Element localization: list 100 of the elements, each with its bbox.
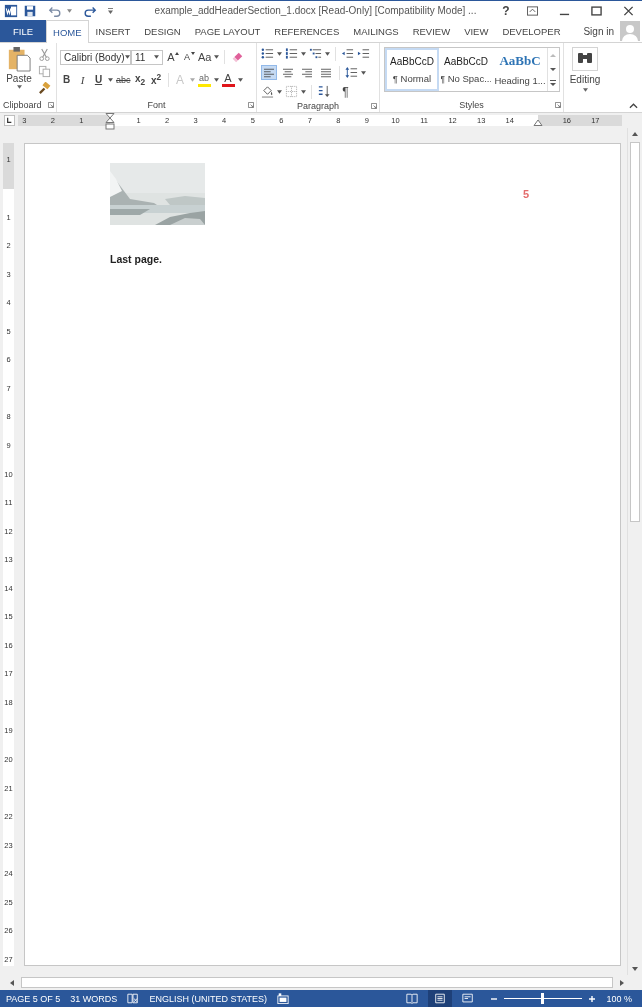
paste-button[interactable]: Paste [4,46,34,98]
dialog-launcher-icon[interactable] [48,102,54,108]
page-icon [434,993,447,1004]
highlight-button[interactable]: ab [197,73,211,87]
strikethrough-button[interactable]: abc [116,72,131,88]
language-status[interactable]: ENGLISH (UNITED STATES) [149,993,268,1004]
page-count[interactable]: PAGE 5 OF 5 [6,993,61,1004]
caret-icon[interactable] [301,51,306,56]
format-painter-icon[interactable] [38,82,51,95]
group-label: Styles [459,100,484,110]
caret-icon[interactable] [277,89,282,94]
multilevel-list-icon[interactable] [309,47,322,60]
shading-icon[interactable] [261,85,274,98]
show-formatting-marks-button[interactable]: ¶ [339,84,352,99]
clipboard-icon [7,46,31,72]
subscript-button[interactable]: x$_{2}$ [133,72,147,88]
print-view-button[interactable] [428,990,453,1007]
caret-icon[interactable] [277,51,282,56]
caret-icon[interactable] [214,55,220,59]
style-option[interactable]: AaBbCcD ¶ Normal [385,48,439,91]
align-lines-icon [320,67,332,78]
style-preview: AaBbC [499,53,541,69]
increase-indent-icon[interactable] [357,47,370,60]
align-lines-icon [282,67,294,78]
style-option[interactable]: AaBbCcD ¶ No Spac... [439,48,493,91]
customize-toolbar-icon[interactable] [108,7,113,14]
line-spacing-icon[interactable] [345,66,358,79]
underline-button[interactable]: U [92,72,105,88]
numbering-icon[interactable] [285,47,298,60]
dialog-launcher-icon[interactable] [555,102,561,108]
binoculars-icon [572,47,598,71]
caret-icon[interactable] [361,70,366,75]
shrink-font-button[interactable]: A [182,49,195,65]
collapse-ribbon-icon[interactable] [629,103,638,109]
decrease-indent-icon[interactable] [341,47,354,60]
change-case-button[interactable]: Aa [198,49,212,65]
group-label: Paragraph [297,100,339,111]
tab-selector-icon[interactable] [4,115,15,126]
style-name: ¶ Normal [392,72,432,84]
caret-icon[interactable] [301,89,306,94]
window-title: example_addHeaderSection_1.docx [Read-Only] [Compatibility Mode] ... [153,5,478,16]
right-indent-marker-icon[interactable] [533,119,543,126]
zoom-in-button[interactable] [588,994,597,1003]
superscript-button[interactable]: x$^{2}$ [149,72,163,88]
align-lines-icon [263,67,275,78]
file-tab[interactable]: FILE [0,20,47,42]
body-text: Last page. [110,253,163,265]
dialog-launcher-icon[interactable] [248,102,254,108]
dialog-launcher-icon[interactable] [371,103,377,109]
grow-font-button[interactable]: A [166,49,179,65]
ribbon-display-options-icon[interactable] [527,5,538,16]
caret-icon[interactable] [213,78,219,82]
sort-icon[interactable] [317,85,330,98]
web-page-icon [462,993,475,1004]
ribbon-tab[interactable]: REVIEW [405,20,458,42]
caret-icon[interactable] [108,78,113,82]
sign-in-link[interactable]: Sign in [577,20,620,42]
style-name: Heading 1... [495,75,545,86]
bullets-icon[interactable] [261,47,274,60]
zoom-slider-thumb[interactable] [541,993,545,1004]
font-size-dropdown[interactable]: 11 [131,49,163,65]
style-option[interactable]: AaBbC Heading 1... [493,48,547,91]
indent-marker-icon[interactable] [105,113,115,130]
align-lines-icon [301,67,313,78]
style-preview: AaBbCcD [390,55,434,67]
ribbon-tab[interactable]: REFERENCES [267,20,347,42]
proofing-icon[interactable] [127,993,140,1004]
horizontal-scrollbar[interactable] [0,975,642,990]
ribbon-tab[interactable]: HOME [46,20,89,43]
font-name-dropdown[interactable]: Calibri (Body) [60,49,131,65]
caret-icon [154,55,159,59]
caret-icon[interactable] [237,78,243,82]
save-icon[interactable] [23,3,37,18]
group-label: Font [147,100,166,110]
caret-icon [582,88,588,92]
ribbon-tab[interactable]: DESIGN [137,20,188,42]
ribbon-tab[interactable]: PAGE LAYOUT [187,20,268,42]
zoom-level[interactable]: 100 % [606,993,632,1004]
ribbon-tab[interactable]: INSERT [88,20,138,42]
group-label: Clipboard [3,100,42,110]
ribbon-tab[interactable]: DEVELOPER [495,20,568,42]
style-preview: AaBbCcD [444,55,488,67]
word-count[interactable]: 31 WORDS [70,993,118,1004]
macro-icon[interactable] [277,993,290,1004]
bold-button[interactable]: B [60,72,73,88]
help-button[interactable]: ? [498,3,514,18]
maximize-icon[interactable] [591,5,602,16]
caret-icon[interactable] [67,8,72,13]
page-number: 5 [522,188,529,200]
close-icon[interactable] [623,5,634,16]
eraser-icon[interactable] [230,50,245,64]
word-logo-icon [4,3,18,18]
editing-button[interactable]: Editing [568,47,602,92]
ribbon-tab[interactable]: VIEW [457,20,496,42]
ribbon-tab[interactable]: MAILINGS [346,20,406,42]
caret-icon[interactable] [325,51,330,56]
align-left-button[interactable] [261,65,277,80]
italic-button[interactable]: I [76,72,89,88]
font-color-button[interactable]: A [221,73,235,87]
cut-icon[interactable] [38,48,51,61]
